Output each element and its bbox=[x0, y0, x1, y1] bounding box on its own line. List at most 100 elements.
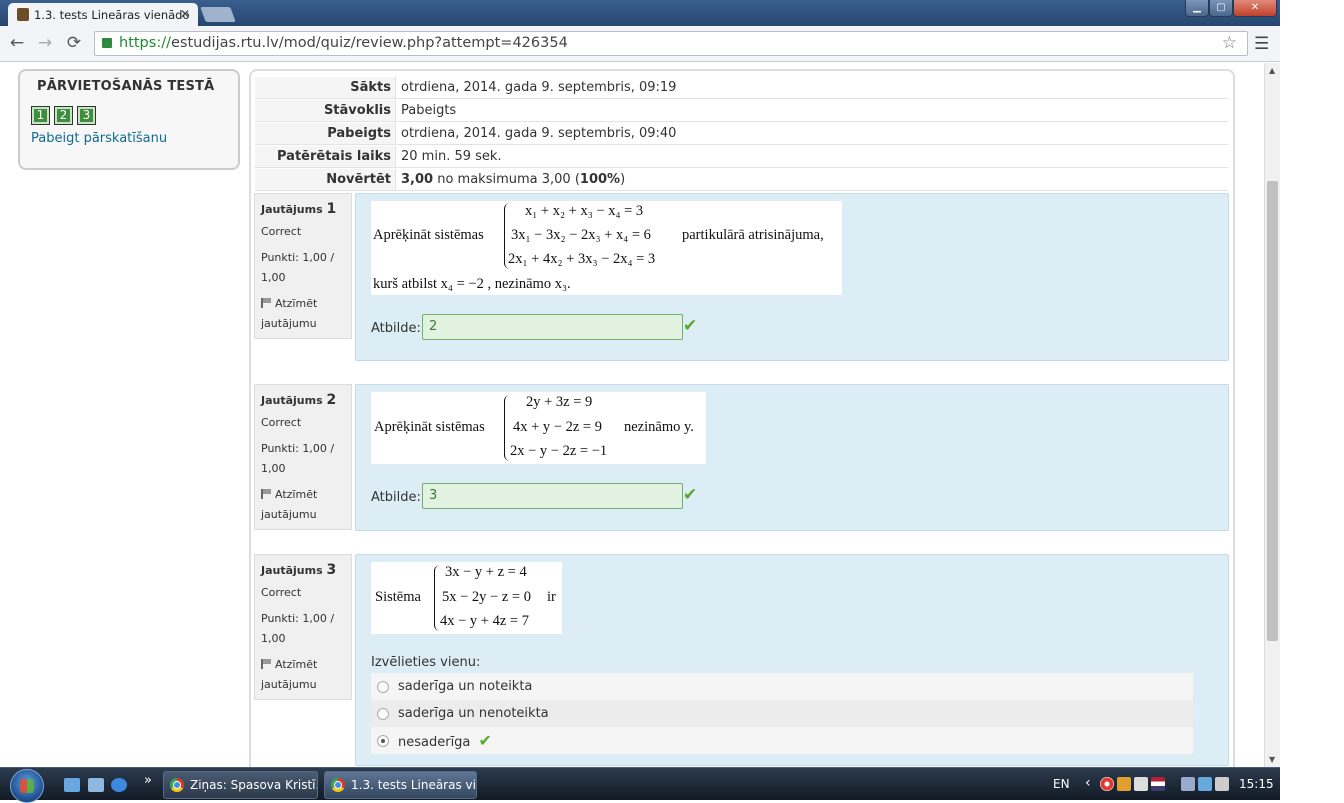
internet-explorer-icon[interactable] bbox=[111, 778, 127, 792]
question-grade: Punkti: 1,00 / bbox=[261, 612, 335, 625]
quiz-navigation-title: PĀRVIETOŠANĀS TESTĀ bbox=[37, 79, 215, 94]
scroll-down-arrow-icon[interactable]: ▼ bbox=[1269, 755, 1275, 764]
answer-option[interactable]: nesaderīga ✔ bbox=[371, 727, 1193, 754]
address-bar[interactable]: https://estudijas.rtu.lv/mod/quiz/review… bbox=[94, 31, 1248, 56]
reload-icon[interactable]: ⟳ bbox=[63, 32, 85, 54]
bookmark-star-icon[interactable]: ☆ bbox=[1222, 32, 1237, 55]
question-3-formula: Sistēma 3x − y + z = 4 5x − 2y − z = 0 4… bbox=[371, 562, 562, 634]
grade-score: 3,00 bbox=[401, 172, 434, 187]
answer-input[interactable]: 2 bbox=[422, 314, 683, 340]
choose-one-label: Izvēlieties vienu: bbox=[371, 655, 481, 670]
question-grade: Punkti: 1,00 / bbox=[261, 442, 335, 455]
show-desktop-icon[interactable] bbox=[64, 778, 80, 792]
summary-value: otrdiena, 2014. gada 9. septembris, 09:1… bbox=[395, 77, 1228, 98]
question-nav-button-2[interactable]: 2 bbox=[54, 106, 73, 125]
tray-app-icon[interactable] bbox=[1100, 777, 1114, 791]
question-grade: Punkti: 1,00 / bbox=[261, 251, 335, 264]
taskbar-button-1[interactable]: Ziņas: Spasova Kristī... bbox=[163, 771, 318, 799]
summary-row-started: Sākts otrdiena, 2014. gada 9. septembris… bbox=[255, 77, 1228, 99]
grade-text: no maksimuma 3,00 ( bbox=[433, 172, 580, 187]
chrome-icon bbox=[331, 778, 345, 792]
question-state: Correct bbox=[261, 586, 302, 599]
tray-flag-icon[interactable] bbox=[1151, 777, 1165, 791]
taskbar-button-2[interactable]: 1.3. tests Lineāras vi... bbox=[324, 771, 477, 799]
scroll-up-arrow-icon[interactable]: ▲ bbox=[1269, 66, 1275, 75]
grade-close: ) bbox=[620, 172, 626, 187]
quicklaunch-more-icon[interactable]: » bbox=[144, 773, 152, 788]
question-info-2: Jautājums 2 Correct Punkti: 1,00 / 1,00 … bbox=[254, 384, 352, 530]
start-button[interactable] bbox=[10, 769, 44, 803]
correct-check-icon: ✔ bbox=[683, 485, 698, 505]
question-state: Correct bbox=[261, 225, 302, 238]
summary-label: Patērētais laiks bbox=[277, 149, 391, 164]
radio-button[interactable] bbox=[377, 708, 389, 720]
page-scrollbar[interactable]: ▲ ▼ bbox=[1264, 63, 1280, 767]
finish-review-link[interactable]: Pabeigt pārskatīšanu bbox=[31, 131, 167, 146]
flag-question-link[interactable]: Atzīmēt bbox=[261, 485, 345, 505]
flag-question-link-2[interactable]: jautājumu bbox=[261, 505, 345, 525]
radio-button-selected[interactable] bbox=[377, 735, 389, 747]
question-number: Jautājums 3 bbox=[261, 562, 337, 578]
flag-icon bbox=[261, 298, 271, 308]
summary-value: 3,00 no maksimuma 3,00 (100%) bbox=[395, 169, 1228, 190]
question-1-formula: Aprēķināt sistēmas x₁ + x₂ + x₃ − x₄ = 3… bbox=[371, 201, 842, 295]
answer-label: Atbilde: bbox=[371, 490, 421, 505]
tray-app-icon[interactable] bbox=[1117, 777, 1131, 791]
network-icon[interactable] bbox=[1198, 777, 1212, 791]
flag-question-link-2[interactable]: jautājumu bbox=[261, 675, 345, 695]
chrome-icon bbox=[170, 778, 184, 792]
summary-label: Pabeigts bbox=[327, 126, 391, 141]
lock-icon bbox=[102, 38, 112, 48]
taskbar-clock[interactable]: 15:15 bbox=[1239, 777, 1274, 791]
tray-app-icon[interactable] bbox=[1134, 777, 1148, 791]
tab-close-icon[interactable]: ✕ bbox=[180, 7, 190, 21]
summary-value: 20 min. 59 sek. bbox=[395, 146, 1228, 167]
switch-windows-icon[interactable] bbox=[88, 778, 104, 792]
question-nav-button-1[interactable]: 1 bbox=[31, 106, 50, 125]
tab-title: 1.3. tests Lineāras vienādo bbox=[34, 8, 190, 22]
window-maximize-button[interactable]: ▢ bbox=[1209, 0, 1233, 17]
answer-option[interactable]: saderīga un nenoteikta bbox=[371, 700, 1193, 727]
summary-row-completed: Pabeigts otrdiena, 2014. gada 9. septemb… bbox=[255, 123, 1228, 145]
question-grade-max: 1,00 bbox=[261, 462, 286, 475]
correct-check-icon: ✔ bbox=[683, 316, 698, 336]
summary-label: Sākts bbox=[350, 80, 391, 95]
volume-icon[interactable] bbox=[1215, 777, 1229, 791]
question-grade-max: 1,00 bbox=[261, 271, 286, 284]
question-info-3: Jautājums 3 Correct Punkti: 1,00 / 1,00 … bbox=[254, 554, 352, 700]
site-favicon-icon bbox=[17, 8, 29, 21]
window-minimize-button[interactable]: ▁ bbox=[1185, 0, 1209, 17]
radio-button[interactable] bbox=[377, 681, 389, 693]
browser-tab-active[interactable]: 1.3. tests Lineāras vienādo ✕ bbox=[8, 3, 198, 26]
flag-question-link[interactable]: Atzīmēt bbox=[261, 655, 345, 675]
flag-question-link-2[interactable]: jautājumu bbox=[261, 314, 345, 334]
grade-percent: 100% bbox=[579, 172, 621, 187]
new-tab-button[interactable] bbox=[200, 7, 236, 22]
scrollbar-thumb[interactable] bbox=[1267, 181, 1278, 641]
answer-option[interactable]: saderīga un noteikta bbox=[371, 673, 1193, 700]
summary-value: Pabeigts bbox=[395, 100, 1228, 121]
windows-logo-icon bbox=[20, 779, 34, 793]
summary-label: Stāvoklis bbox=[323, 103, 391, 118]
url-path: estudijas.rtu.lv/mod/quiz/review.php?att… bbox=[170, 35, 568, 51]
forward-icon[interactable]: → bbox=[34, 32, 56, 54]
summary-label: Novērtēt bbox=[326, 172, 391, 187]
tray-device-icon[interactable] bbox=[1181, 777, 1195, 791]
question-grade-max: 1,00 bbox=[261, 632, 286, 645]
windows-taskbar: » Ziņas: Spasova Kristī... 1.3. tests Li… bbox=[0, 767, 1280, 803]
browser-menu-icon[interactable]: ☰ bbox=[1254, 34, 1269, 54]
question-number: Jautājums 1 bbox=[261, 201, 337, 217]
question-nav-button-3[interactable]: 3 bbox=[77, 106, 96, 125]
window-close-button[interactable]: ✕ bbox=[1233, 0, 1277, 17]
tray-expand-icon[interactable]: ‹ bbox=[1085, 775, 1091, 791]
browser-toolbar: ← → ⟳ https://estudijas.rtu.lv/mod/quiz/… bbox=[0, 26, 1280, 62]
quiz-navigation-block: PĀRVIETOŠANĀS TESTĀ 1 2 3 Pabeigt pārska… bbox=[18, 69, 240, 170]
language-indicator[interactable]: EN bbox=[1053, 777, 1070, 791]
answer-input[interactable]: 3 bbox=[422, 483, 683, 509]
back-icon[interactable]: ← bbox=[6, 32, 28, 54]
question-2-formula: Aprēķināt sistēmas 2y + 3z = 9 4x + y − … bbox=[371, 392, 706, 464]
flag-icon bbox=[261, 659, 271, 669]
flag-question-link[interactable]: Atzīmēt bbox=[261, 294, 345, 314]
question-info-1: Jautājums 1 Correct Punkti: 1,00 / 1,00 … bbox=[254, 193, 352, 339]
question-state: Correct bbox=[261, 416, 302, 429]
